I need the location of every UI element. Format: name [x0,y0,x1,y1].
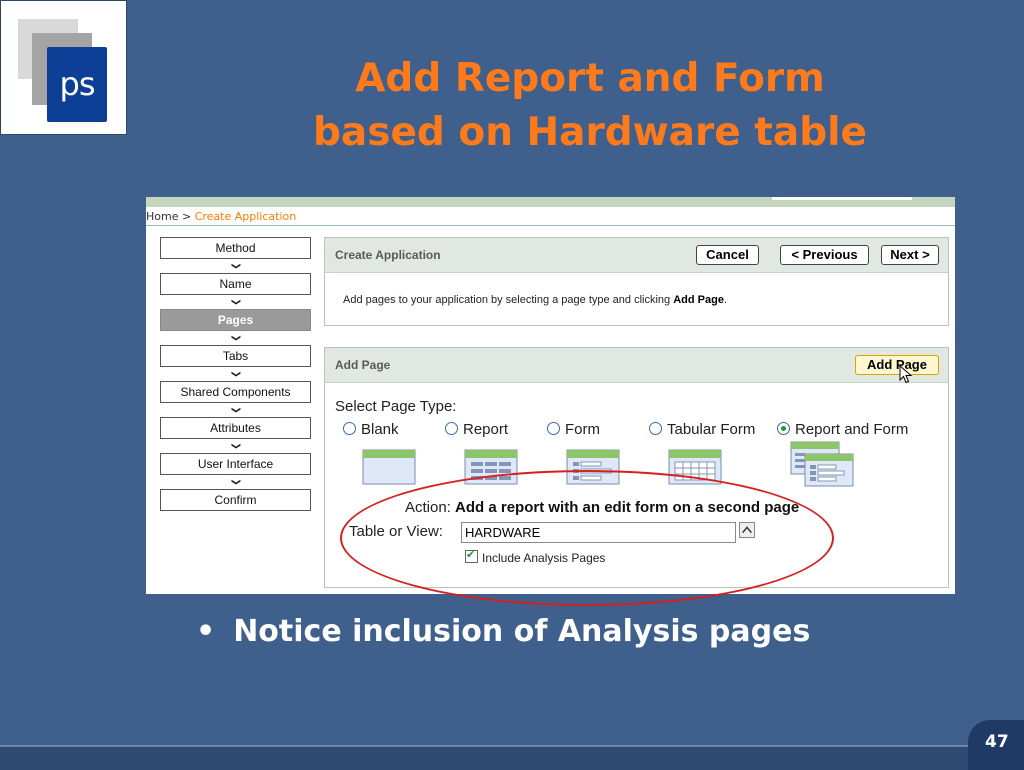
report-page-icon[interactable] [463,448,519,486]
include-analysis-pages-checkbox[interactable] [465,548,478,563]
logo-square-ps: ps [47,47,107,122]
breadcrumb: Home > Create Application [146,210,296,223]
next-button[interactable]: Next > [881,245,939,265]
region-title: Add Page [335,358,391,372]
option-blank[interactable]: Blank [343,421,399,438]
add-page-region: Add Page Add Page Select Page Type: Blan… [324,347,949,588]
cancel-button[interactable]: Cancel [696,245,759,265]
mouse-cursor-icon [899,365,913,384]
region-title: Create Application [335,248,441,262]
app-top-bar [146,197,955,207]
form-page-icon[interactable] [565,448,621,486]
blank-page-icon[interactable] [361,448,417,486]
logo: ps [0,0,127,135]
bullet-text: Notice inclusion of Analysis pages [233,614,811,649]
table-or-view-input[interactable] [461,522,736,543]
slide-title-line2: based on Hardware table [313,110,867,155]
radio-form[interactable] [547,422,560,435]
bullet-point: • Notice inclusion of Analysis pages [196,614,810,649]
radio-tabular-form[interactable] [649,422,662,435]
action-value: Add a report with an edit form on a seco… [455,499,800,516]
breadcrumb-divider [146,225,955,226]
breadcrumb-current[interactable]: Create Application [195,210,297,223]
option-tabular-form[interactable]: Tabular Form [649,421,755,438]
breadcrumb-separator: > [181,210,192,223]
radio-report-and-form[interactable] [777,422,790,435]
chevron-down-icon: ❯ [230,478,241,486]
tabular-form-page-icon[interactable] [667,448,723,486]
app-screenshot: Home > Create Application Method ❯ Name … [146,197,955,594]
create-application-region: Create Application Cancel < Previous Nex… [324,237,949,326]
select-page-type-label: Select Page Type: [335,398,457,415]
bullet-icon: • [196,614,216,649]
slide-title: Add Report and Form based on Hardware ta… [260,52,920,160]
previous-button[interactable]: < Previous [780,245,869,265]
breadcrumb-home[interactable]: Home [146,210,178,223]
lov-popup-icon[interactable] [739,522,755,538]
action-label: Action: [405,499,451,516]
report-and-form-page-icon[interactable] [789,440,857,488]
instructions-text: Add pages to your application by selecti… [343,294,728,306]
option-form[interactable]: Form [547,421,600,438]
option-report-and-form[interactable]: Report and Form [777,421,908,438]
radio-blank[interactable] [343,422,356,435]
add-page-button[interactable]: Add Page [855,355,939,375]
include-analysis-pages-label: Include Analysis Pages [482,551,606,565]
footer-bar [0,745,1024,770]
radio-report[interactable] [445,422,458,435]
include-analysis-pages[interactable]: Include Analysis Pages [465,548,606,565]
option-report[interactable]: Report [445,421,508,438]
slide-title-line1: Add Report and Form [355,56,825,101]
page-number: 47 [985,732,1009,752]
action-row: Action: Add a report with an edit form o… [405,499,799,516]
wizard-steps: Method ❯ Name ❯ Pages ❯ Tabs ❯ Shared Co… [160,237,313,511]
table-or-view-label: Table or View: [349,523,443,540]
